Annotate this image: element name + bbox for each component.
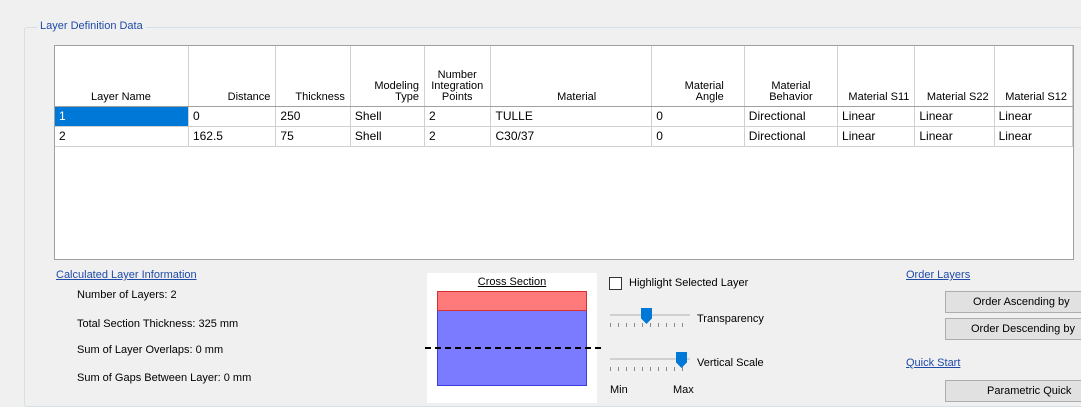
cell-integration-points[interactable]: 2 <box>424 106 492 127</box>
slider-min-label: Min <box>610 384 628 396</box>
column-header[interactable]: Distance <box>188 46 277 107</box>
highlight-selected-layer-label: Highlight Selected Layer <box>629 277 749 289</box>
slider-ticks <box>610 323 690 327</box>
cross-section-layer-1 <box>437 291 587 311</box>
cell-distance[interactable]: 0 <box>188 106 277 127</box>
cross-section-title: Cross Section <box>477 276 547 288</box>
sum-gaps-between-layers: Sum of Gaps Between Layer: 0 mm <box>77 372 252 384</box>
order-ascending-button[interactable]: Order Ascending by <box>945 291 1081 313</box>
slider-max-label: Max <box>673 384 694 396</box>
vertical-scale-slider[interactable] <box>610 352 690 376</box>
column-header[interactable]: Material S22 <box>914 46 995 107</box>
cell-thickness[interactable]: 250 <box>275 106 351 127</box>
cell-modeling-type[interactable]: Shell <box>350 126 425 147</box>
column-header[interactable]: Material S11 <box>837 46 916 107</box>
table-row[interactable]: 1 0 250 Shell 2 TULLE 0 Directional Line… <box>55 106 1073 127</box>
column-header[interactable]: Material S12 <box>994 46 1073 107</box>
cell-material-s22[interactable]: Linear <box>914 126 995 147</box>
calculated-layer-info-link[interactable]: Calculated Layer Information <box>56 269 197 281</box>
transparency-label: Transparency <box>697 313 764 325</box>
column-header[interactable]: Thickness <box>275 46 351 107</box>
cell-integration-points[interactable]: 2 <box>424 126 492 147</box>
cell-modeling-type[interactable]: Shell <box>350 106 425 127</box>
sum-layer-overlaps: Sum of Layer Overlaps: 0 mm <box>77 344 224 356</box>
table-header-row: Layer Name Distance Thickness Modeling T… <box>55 46 1073 107</box>
cell-material[interactable]: C30/37 <box>490 126 653 147</box>
cell-material-s22[interactable]: Linear <box>914 106 995 127</box>
cell-material-angle[interactable]: 0 <box>651 106 745 127</box>
cell-material-s11[interactable]: Linear <box>837 126 916 147</box>
cell-material-s11[interactable]: Linear <box>837 106 916 127</box>
cell-material-s12[interactable]: Linear <box>994 126 1073 147</box>
cell-material[interactable]: TULLE <box>490 106 653 127</box>
column-header[interactable]: Material <box>490 46 653 107</box>
order-descending-button[interactable]: Order Descending by <box>945 318 1081 340</box>
column-header[interactable]: Material Behavior <box>744 46 839 107</box>
vertical-scale-label: Vertical Scale <box>697 357 764 369</box>
column-header[interactable]: Modeling Type <box>350 46 425 107</box>
cell-layer-name[interactable]: 2 <box>55 126 189 147</box>
number-of-layers: Number of Layers: 2 <box>77 289 177 301</box>
cell-material-angle[interactable]: 0 <box>651 126 745 147</box>
cell-thickness[interactable]: 75 <box>275 126 351 147</box>
parametric-quick-start-button[interactable]: Parametric Quick <box>945 380 1081 402</box>
cell-material-behavior[interactable]: Directional <box>744 126 839 147</box>
cell-distance[interactable]: 162.5 <box>188 126 277 147</box>
slider-ticks <box>610 367 690 371</box>
layer-table[interactable]: Layer Name Distance Thickness Modeling T… <box>55 46 1073 147</box>
column-header[interactable]: Layer Name <box>55 46 189 107</box>
quick-start-link[interactable]: Quick Start <box>906 357 960 369</box>
cross-section-preview: Cross Section <box>427 273 597 403</box>
cell-layer-name[interactable]: 1 <box>55 106 189 127</box>
layer-table-container[interactable]: Layer Name Distance Thickness Modeling T… <box>54 45 1074 260</box>
transparency-slider[interactable] <box>610 308 690 332</box>
order-layers-link[interactable]: Order Layers <box>906 269 970 281</box>
cross-section-centerline <box>425 347 601 349</box>
column-header[interactable]: Material Angle <box>651 46 745 107</box>
cell-material-s12[interactable]: Linear <box>994 106 1073 127</box>
total-section-thickness: Total Section Thickness: 325 mm <box>77 318 239 330</box>
slider-thumb[interactable] <box>676 352 687 368</box>
slider-thumb[interactable] <box>641 308 652 324</box>
cell-material-behavior[interactable]: Directional <box>744 106 839 127</box>
column-header[interactable]: Number Integration Points <box>424 46 492 107</box>
highlight-selected-layer-checkbox[interactable] <box>609 277 622 290</box>
table-row[interactable]: 2 162.5 75 Shell 2 C30/37 0 Directional … <box>55 126 1073 147</box>
group-title: Layer Definition Data <box>37 20 146 32</box>
